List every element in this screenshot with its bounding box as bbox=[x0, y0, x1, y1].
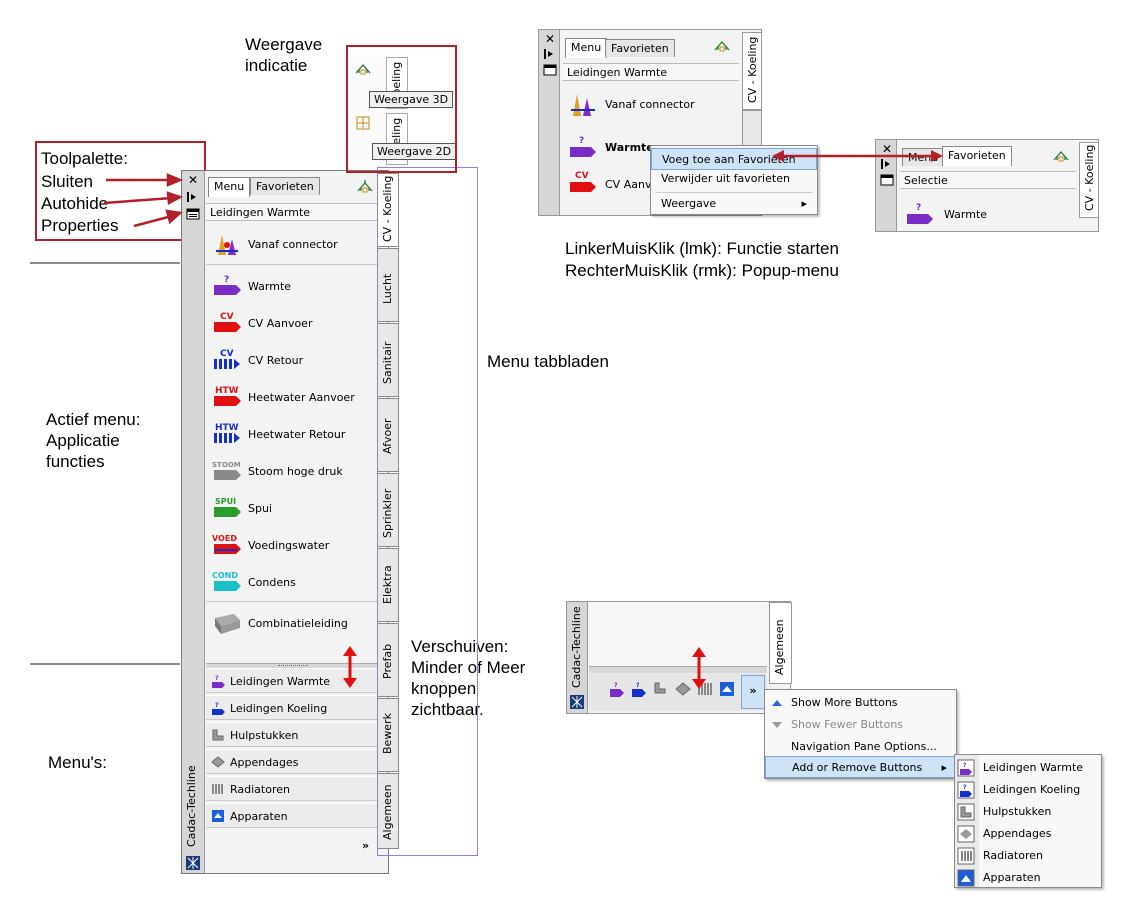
submenu-arrow-icon: ▸ bbox=[941, 761, 947, 774]
submenu-arrow-icon: ▸ bbox=[801, 197, 807, 210]
palette-title: Cadac-Techline bbox=[570, 606, 583, 688]
navigation-options-menu: Show More Buttons Show Fewer Buttons Nav… bbox=[764, 689, 957, 779]
submenu-item-apparaten[interactable]: Apparaten bbox=[955, 867, 1101, 889]
menu-item-weergave[interactable]: Weergave ▸ bbox=[651, 193, 817, 215]
navigation-pane-shot: Cadac-Techline ? ? » Algemeen bbox=[566, 601, 792, 714]
weergave-3d-icon bbox=[713, 38, 731, 54]
weergave-3d-icon bbox=[1052, 148, 1070, 164]
submenu-item-radiatoren[interactable]: Radiatoren bbox=[955, 845, 1101, 867]
hulpstukken-icon bbox=[654, 682, 666, 694]
cv-aanvoer-icon: CV bbox=[569, 170, 597, 196]
weergave-callout-box bbox=[346, 45, 457, 173]
connector-icon bbox=[569, 88, 597, 118]
arrow-up-icon bbox=[772, 700, 782, 706]
menu-item-verwijder-favorieten[interactable]: Verwijder uit favorieten bbox=[651, 168, 817, 190]
svg-text:?: ? bbox=[579, 136, 584, 146]
side-tab-cv-koeling: CV - Koeling bbox=[1079, 142, 1098, 218]
section-header: Leidingen Warmte bbox=[563, 63, 739, 81]
resize-arrow-icon bbox=[692, 647, 706, 689]
warmte-pipe-icon: ? bbox=[569, 135, 597, 161]
submenu-item-leidingen-warmte[interactable]: ? Leidingen Warmte bbox=[955, 757, 1101, 779]
menu-item-add-remove-buttons[interactable]: Add or Remove Buttons ▸ bbox=[765, 756, 956, 778]
appendages-icon bbox=[957, 825, 975, 843]
menu-item-show-fewer-buttons[interactable]: Show Fewer Buttons bbox=[765, 714, 956, 736]
compact-button-row: ? ? » bbox=[589, 673, 767, 711]
arrow-down-icon bbox=[772, 722, 782, 728]
svg-text:?: ? bbox=[963, 784, 967, 791]
side-tab-cv-koeling: CV - Koeling bbox=[742, 32, 761, 110]
cadac-logo-icon bbox=[570, 695, 584, 709]
menu-item-navigation-pane-options[interactable]: Navigation Pane Options... bbox=[765, 736, 956, 758]
favorieten-arrow-icon bbox=[772, 150, 943, 162]
leidingen-koeling-icon: ? bbox=[632, 682, 646, 697]
submenu-item-leidingen-koeling[interactable]: ? Leidingen Koeling bbox=[955, 779, 1101, 801]
tab-favorieten: Favorieten bbox=[942, 146, 1012, 166]
submenu-item-hulpstukken[interactable]: Hulpstukken bbox=[955, 801, 1101, 823]
radiatoren-icon bbox=[957, 847, 975, 865]
menu-item-show-more-buttons[interactable]: Show More Buttons bbox=[765, 692, 956, 714]
leidingen-koeling-icon: ? bbox=[957, 781, 975, 799]
leidingen-warmte-icon: ? bbox=[957, 759, 975, 777]
properties-icon bbox=[542, 64, 558, 78]
hulpstukken-icon bbox=[957, 803, 975, 821]
svg-text:?: ? bbox=[614, 682, 618, 689]
section-header: Selectie bbox=[900, 171, 1076, 189]
autohide-icon bbox=[542, 48, 558, 62]
tab-favorieten: Favorieten bbox=[605, 39, 675, 57]
leidingen-warmte-icon: ? bbox=[610, 682, 624, 697]
close-icon: ✕ bbox=[544, 32, 556, 46]
apparaten-icon bbox=[720, 682, 734, 696]
apparaten-icon bbox=[957, 869, 975, 887]
item-vanaf-connector: Vanaf connector bbox=[605, 98, 695, 111]
tab-menu: Menu bbox=[565, 38, 608, 58]
overflow-chevron-icon[interactable]: » bbox=[741, 675, 765, 709]
svg-text:?: ? bbox=[636, 682, 640, 689]
properties-icon bbox=[879, 174, 895, 188]
submenu-item-appendages[interactable]: Appendages bbox=[955, 823, 1101, 845]
svg-text:?: ? bbox=[916, 203, 921, 213]
side-tab-algemeen: Algemeen bbox=[769, 602, 792, 684]
svg-text:?: ? bbox=[963, 762, 967, 769]
svg-text:CV: CV bbox=[575, 171, 589, 181]
splitter-handle bbox=[589, 666, 767, 673]
add-remove-buttons-submenu: ? Leidingen Warmte ? Leidingen Koeling Hul… bbox=[954, 754, 1102, 888]
warmte-pipe-icon: ? bbox=[906, 202, 934, 228]
item-warmte: Warmte bbox=[605, 141, 654, 154]
item-warmte: Warmte bbox=[944, 208, 988, 221]
